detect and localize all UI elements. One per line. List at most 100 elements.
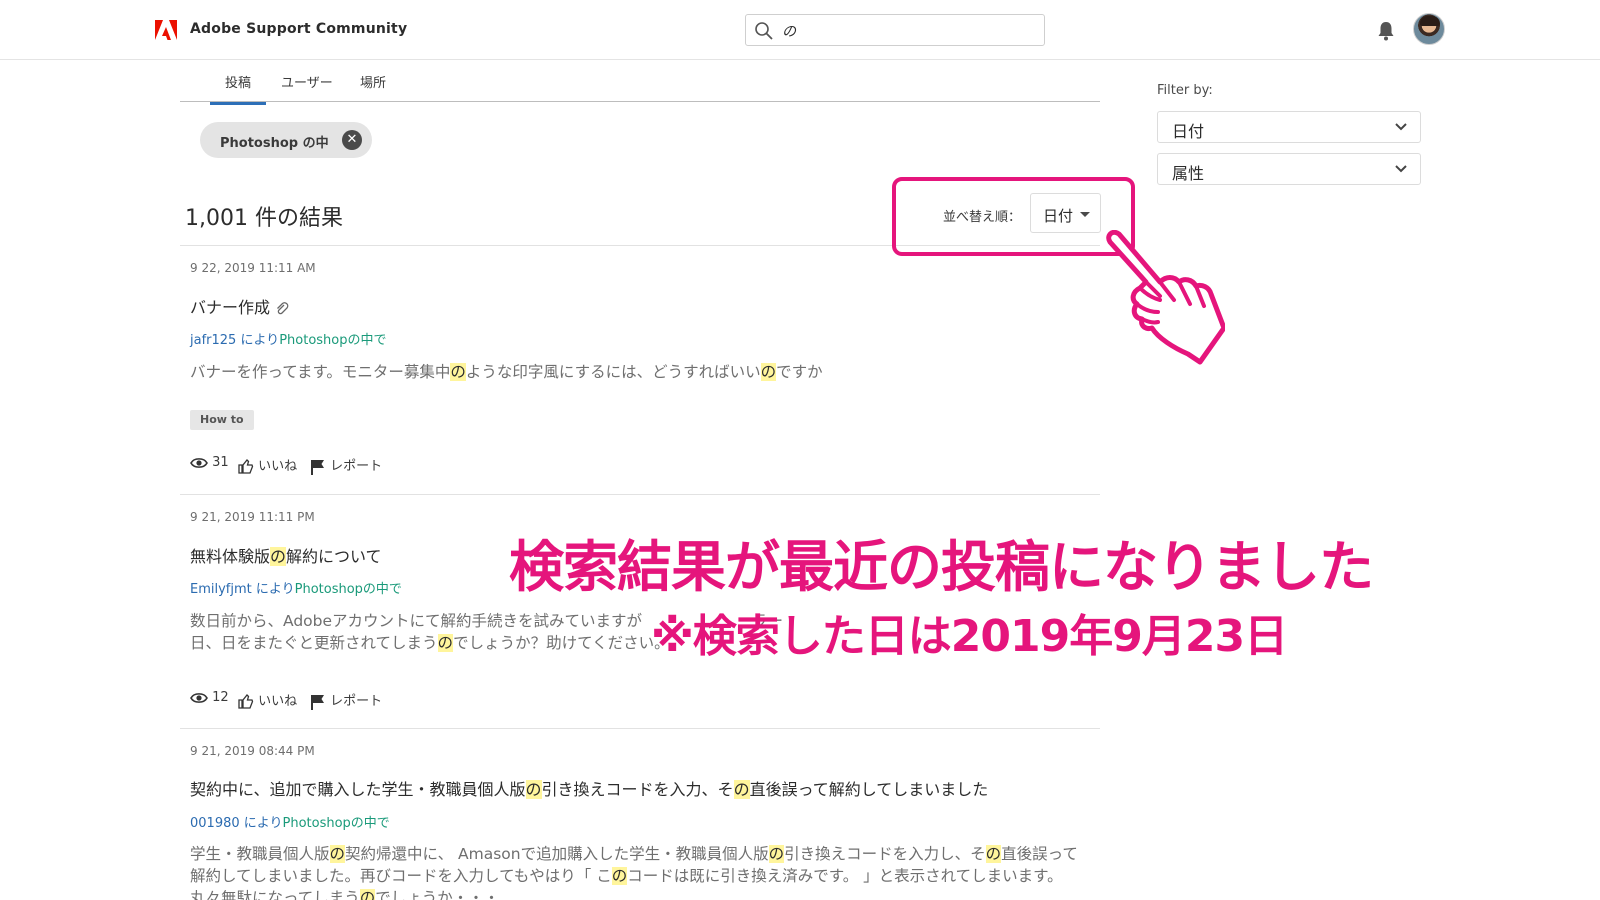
post-tag[interactable]: How to (190, 410, 254, 430)
post-date: 9 22, 2019 11:11 AM (190, 261, 316, 275)
bell-icon[interactable] (1377, 21, 1395, 41)
view-count-value: 31 (212, 455, 229, 470)
thumbs-up-icon (238, 694, 254, 709)
highlight: の (760, 363, 777, 381)
view-count: 12 (190, 690, 229, 705)
highlight: の (525, 780, 542, 799)
post-date: 9 21, 2019 08:44 PM (190, 744, 315, 758)
post-body-text: バナーを作ってます。モニター募集中 (190, 363, 451, 381)
post-body: バナーを作ってます。モニター募集中のような印字風にするには、どうすればいいのです… (190, 361, 1100, 383)
close-icon[interactable]: ✕ (342, 130, 362, 150)
report-label: レポート (330, 694, 383, 709)
highlight: の (270, 547, 287, 566)
post-body-text: でしょうか？助けてください。 (453, 634, 670, 652)
report-label: レポート (330, 459, 383, 474)
tab-posts[interactable]: 投稿 (210, 72, 267, 105)
post-date: 9 21, 2019 11:11 PM (190, 510, 315, 524)
highlight: の (450, 363, 466, 381)
post-body-text: コードは既に引き換え済みです。 」と表示されてしまいます。 (627, 867, 1063, 885)
post-title[interactable]: 契約中に、追加で購入した学生・教職員個人版の引き換えコードを入力、その直後誤って… (190, 776, 988, 800)
post-body-line: 解約してしまいました。再びコードを入力してもやはり「 このコードは既に引き換え済… (190, 865, 1100, 887)
highlight: の (437, 634, 454, 652)
post-body-text: 学生・教職員個人版 (190, 845, 330, 863)
chevron-down-icon (1395, 165, 1407, 173)
post-author[interactable]: Emilyfjmt により (190, 582, 295, 597)
post-body-text: 解約してしまいました。再びコードを入力してもやはり「 こ (190, 867, 612, 885)
post-place[interactable]: Photoshopの中で (279, 333, 386, 348)
result-count: 1,001 件の結果 (185, 206, 343, 231)
annotation-sub-text: ※検索した日は2019年9月23日 (651, 611, 1288, 662)
post-author[interactable]: jafr125 により (190, 333, 279, 348)
divider (180, 728, 1100, 729)
search-value: の (782, 24, 796, 40)
search-input[interactable]: の (745, 14, 1045, 46)
top-bar: Adobe Support Community の (0, 0, 1600, 60)
tab-places[interactable]: 場所 (360, 72, 386, 91)
report-button[interactable]: レポート (310, 690, 382, 710)
annotation-highlight-frame (892, 177, 1135, 256)
highlight: の (359, 889, 376, 900)
eye-icon (190, 692, 208, 703)
post-title-text: 契約中に、追加で購入した学生・教職員個人版 (190, 780, 526, 799)
avatar[interactable] (1413, 13, 1445, 45)
filter-heading: Filter by: (1157, 83, 1213, 98)
post-body-text: 契約帰還中に、 Amasonで追加購入した学生・教職員個人版 (345, 845, 769, 863)
post-title-text: 引き換えコードを入力、そ (541, 780, 734, 799)
post-body-line: 丸々無駄になってしまうのでしょうか・・・ (190, 887, 1100, 900)
post-place[interactable]: Photoshopの中で (295, 582, 402, 597)
eye-icon (190, 457, 208, 468)
post-body-text: 直後誤って (1001, 845, 1078, 863)
post-title-text: 無料体験版 (190, 547, 271, 566)
post-body-text: 数日前から、Adobeアカウントにて解約手続きを試みていますが (190, 612, 643, 630)
post-meta: jafr125 によりPhotoshopの中で (190, 329, 387, 348)
flag-icon (311, 694, 324, 710)
post-title-text[interactable]: バナー作成 (190, 298, 270, 317)
filter-date-select[interactable]: 日付 (1157, 111, 1421, 143)
post-body-text: 引き換えコードを入力し、そ (784, 845, 986, 863)
filter-select-label: 属性 (1172, 164, 1205, 183)
like-button[interactable]: いいね (238, 455, 297, 474)
post-title-text: 直後誤って解約してしまいました (749, 780, 989, 799)
highlight: の (768, 845, 785, 863)
highlight: の (611, 867, 628, 885)
filter-chip-label: Photoshop の中 (220, 136, 329, 151)
filter-attribute-select[interactable]: 属性 (1157, 153, 1421, 185)
post-meta: 001980 によりPhotoshopの中で (190, 812, 390, 831)
post-body-line: 学生・教職員個人版の契約帰還中に、 Amasonで追加購入した学生・教職員個人版… (190, 843, 1100, 865)
annotation-main-text: 検索結果が最近の投稿になりました (509, 535, 1374, 599)
view-count-value: 12 (212, 690, 229, 705)
paperclip-icon (277, 301, 289, 314)
view-count: 31 (190, 455, 229, 470)
post-body-text: 丸々無駄になってしまう (190, 889, 360, 900)
filter-select-label: 日付 (1172, 122, 1205, 141)
report-button[interactable]: レポート (310, 455, 382, 475)
like-label: いいね (258, 459, 298, 474)
highlight: の (985, 845, 1002, 863)
search-tabs: 投稿 ユーザー 場所 (180, 60, 1100, 105)
search-icon (755, 22, 773, 40)
post-body-text: でしょうか・・・ (375, 889, 500, 900)
post-body-text: ような印字風にするには、どうすればいい (465, 363, 761, 381)
divider (180, 494, 1100, 495)
post-body-text: ですか (776, 363, 823, 381)
post-body: 学生・教職員個人版の契約帰還中に、 Amasonで追加購入した学生・教職員個人版… (190, 843, 1100, 900)
highlight: の (733, 780, 750, 799)
post-title-text: 解約について (286, 547, 382, 566)
pointing-hand-icon (1106, 230, 1225, 365)
post-meta: Emilyfjmt によりPhotoshopの中で (190, 578, 402, 597)
like-button[interactable]: いいね (238, 690, 297, 709)
thumbs-up-icon (238, 459, 254, 474)
flag-icon (311, 459, 324, 475)
brand-title[interactable]: Adobe Support Community (190, 21, 407, 37)
post-author[interactable]: 001980 により (190, 816, 283, 831)
adobe-logo-icon[interactable] (155, 20, 177, 40)
post-body-text: 日、日をまたぐと更新されてしまう (190, 634, 438, 652)
chevron-down-icon (1395, 123, 1407, 131)
post-title[interactable]: 無料体験版の解約について (190, 543, 382, 567)
like-label: いいね (258, 694, 298, 709)
post-place[interactable]: Photoshopの中で (283, 816, 390, 831)
highlight: の (329, 845, 346, 863)
tab-users[interactable]: ユーザー (281, 72, 333, 91)
post-title[interactable]: バナー作成 (190, 294, 289, 318)
filter-chip: Photoshop の中 ✕ (200, 122, 372, 158)
